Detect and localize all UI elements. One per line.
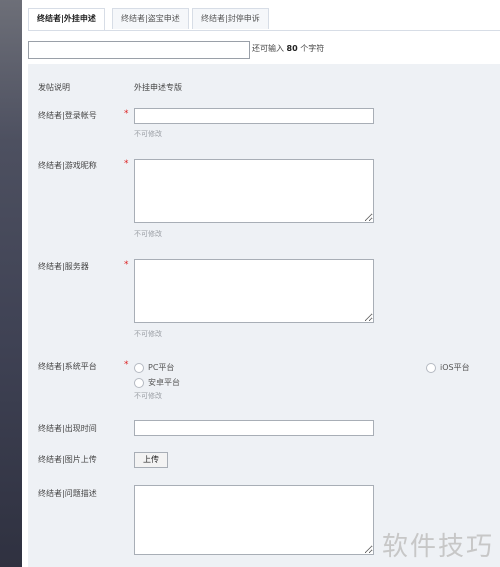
issue-desc-textarea[interactable] [134, 485, 374, 555]
nickname-label: 终结者|游戏昵称 [38, 161, 97, 170]
char-count-hint: 还可输入 80 个字符 [252, 43, 324, 54]
time-label: 终结者|出现时间 [38, 424, 97, 433]
required-mark: * [124, 260, 129, 270]
tab-plugin-appeal[interactable]: 终结者|外挂申述 [28, 8, 105, 30]
upload-button[interactable]: 上传 [134, 452, 168, 468]
server-hint: 不可修改 [134, 330, 162, 338]
nickname-textarea[interactable] [134, 159, 374, 223]
radio-button[interactable] [134, 362, 144, 373]
radio-pc[interactable]: PC平台 [134, 362, 174, 373]
server-label: 终结者|服务器 [38, 262, 89, 271]
tab-theft-appeal[interactable]: 终结者|盗宝申述 [112, 8, 189, 29]
char-hint-suffix: 个字符 [300, 44, 325, 53]
char-hint-prefix: 还可输入 [252, 44, 284, 53]
title-input[interactable] [28, 41, 250, 59]
post-desc-value: 外挂申述专版 [134, 83, 182, 92]
radio-pc-label: PC平台 [148, 363, 175, 372]
char-hint-count: 80 [286, 44, 298, 53]
radio-android-label: 安卓平台 [148, 378, 180, 387]
image-upload-label: 终结者|图片上传 [38, 455, 97, 464]
required-mark: * [124, 360, 129, 370]
radio-button[interactable] [134, 377, 144, 388]
radio-ios[interactable]: iOS平台 [426, 362, 470, 373]
issue-desc-label: 终结者|问题描述 [38, 489, 97, 498]
tab-bar: 终结者|外挂申述 终结者|盗宝申述 终结者|封停申诉 [28, 6, 500, 31]
nickname-hint: 不可修改 [134, 230, 162, 238]
account-label: 终结者|登录帐号 [38, 111, 97, 120]
platform-label: 终结者|系统平台 [38, 362, 97, 371]
account-hint: 不可修改 [134, 130, 162, 138]
radio-android[interactable]: 安卓平台 [134, 377, 180, 388]
watermark-text: 软件技巧 [381, 532, 494, 562]
radio-button[interactable] [426, 362, 436, 373]
account-input[interactable] [134, 108, 374, 124]
tab-ban-appeal[interactable]: 终结者|封停申诉 [192, 8, 269, 29]
radio-ios-label: iOS平台 [440, 363, 470, 372]
post-desc-label: 发帖说明 [38, 83, 70, 92]
server-textarea[interactable] [134, 259, 374, 323]
left-side-strip [0, 0, 22, 567]
form-panel: 发帖说明 外挂申述专版 终结者|登录帐号 * 不可修改 终结者|游戏昵称 * 不… [28, 64, 500, 567]
platform-hint: 不可修改 [134, 392, 162, 400]
time-input[interactable] [134, 420, 374, 436]
required-mark: * [124, 159, 129, 169]
required-mark: * [124, 109, 129, 119]
